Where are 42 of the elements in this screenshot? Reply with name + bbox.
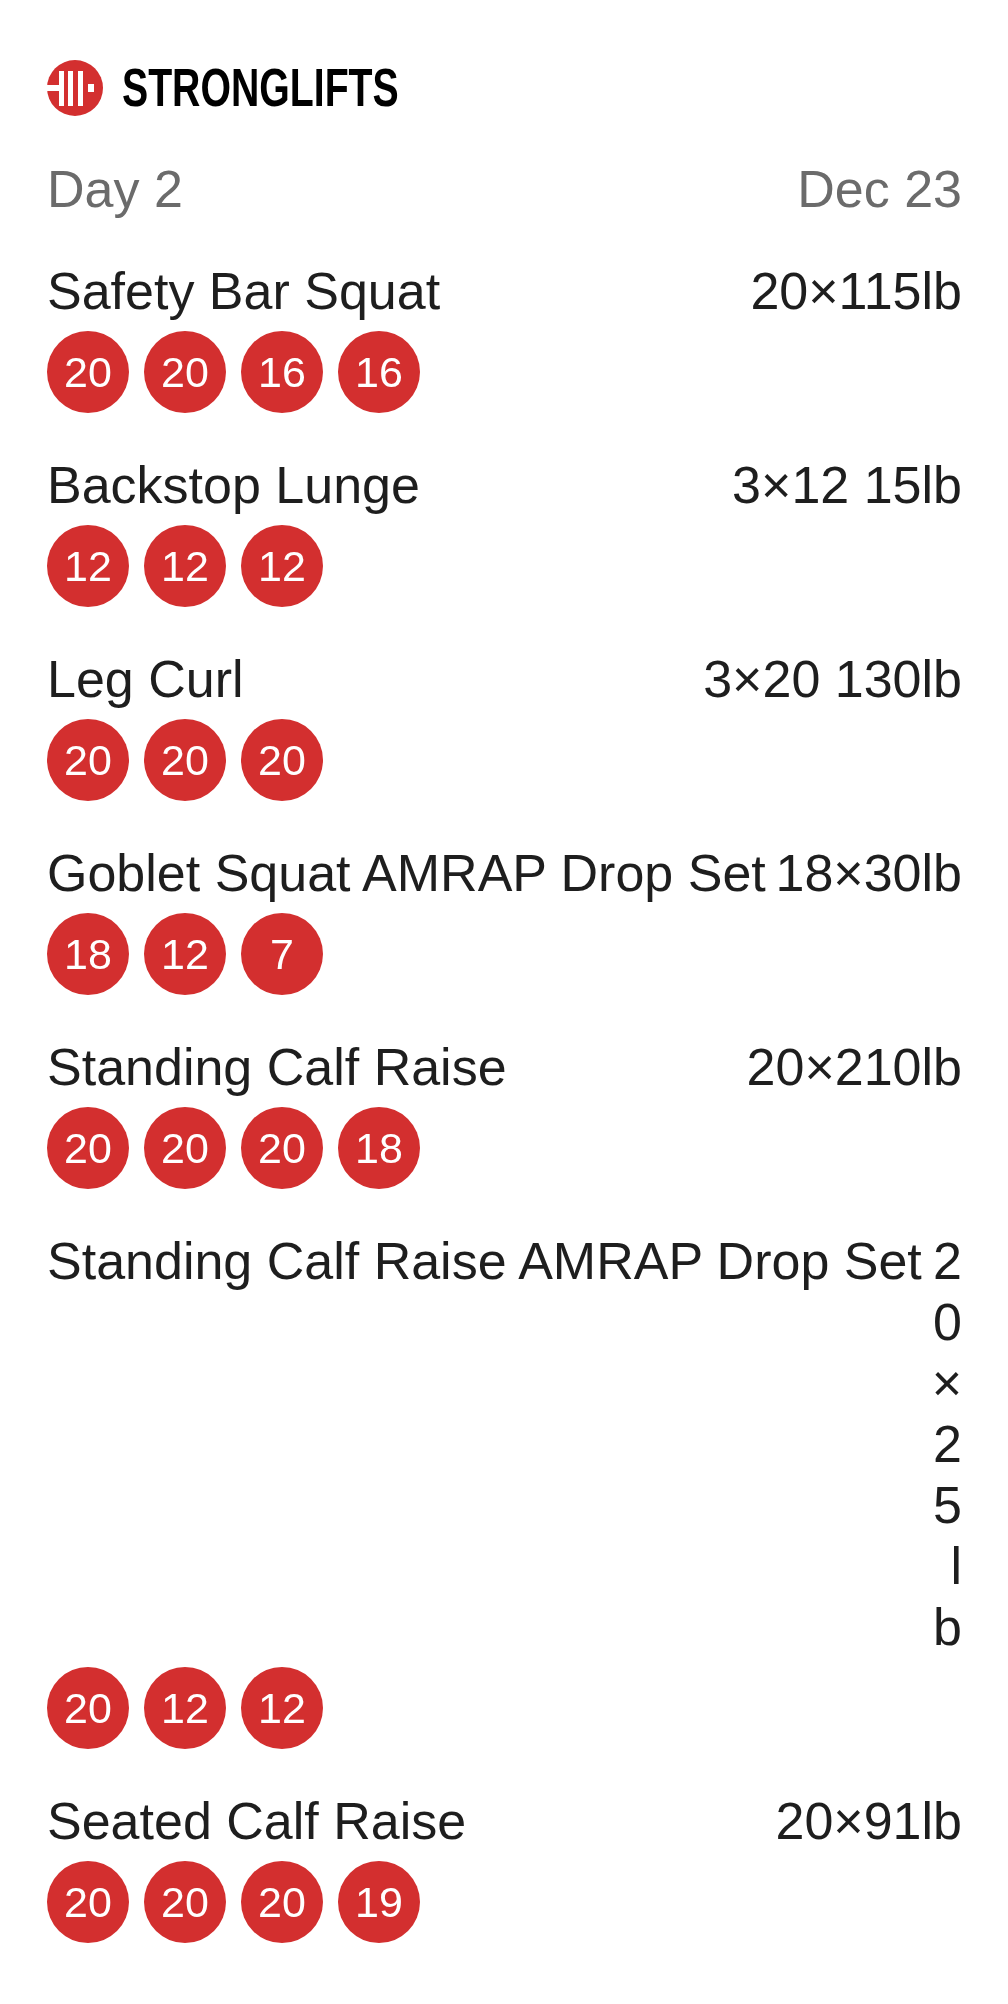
set-reps-badge: 12 bbox=[241, 525, 323, 607]
exercise-weight: 3×12 15lb bbox=[732, 455, 962, 516]
set-reps-badge: 12 bbox=[144, 913, 226, 995]
set-reps-badge: 20 bbox=[47, 1861, 129, 1943]
exercise-name: Safety Bar Squat bbox=[47, 261, 441, 322]
exercise-name: Backstop Lunge bbox=[47, 455, 420, 516]
set-reps-badge: 16 bbox=[338, 331, 420, 413]
set-reps-badge: 12 bbox=[144, 525, 226, 607]
set-reps-badge: 12 bbox=[241, 1667, 323, 1749]
exercise-name: Goblet Squat AMRAP Drop Set bbox=[47, 843, 766, 904]
set-reps-badge: 12 bbox=[144, 1667, 226, 1749]
set-reps-badge: 18 bbox=[338, 1107, 420, 1189]
set-reps-badge: 7 bbox=[241, 913, 323, 995]
workout-day: Day 2 bbox=[47, 159, 183, 220]
exercise-name: Standing Calf Raise AMRAP Drop Set bbox=[47, 1231, 922, 1292]
set-reps-badge: 20 bbox=[241, 719, 323, 801]
workout-date: Dec 23 bbox=[797, 159, 962, 220]
set-reps-badge: 16 bbox=[241, 331, 323, 413]
exercise-weight: 20×91lb bbox=[775, 1791, 962, 1852]
set-reps-badge: 12 bbox=[47, 525, 129, 607]
app-name: STRONGLIFTS bbox=[122, 66, 399, 110]
exercise-name: Standing Calf Raise bbox=[47, 1037, 507, 1098]
exercise-name: Seated Calf Raise bbox=[47, 1791, 467, 1852]
exercise-weight: 20×210lb bbox=[746, 1037, 962, 1098]
set-reps-badge: 20 bbox=[241, 1861, 323, 1943]
barbell-logo-icon bbox=[47, 60, 103, 116]
set-reps-badge: 20 bbox=[241, 1107, 323, 1189]
set-reps-badge: 20 bbox=[144, 719, 226, 801]
set-reps-badge: 20 bbox=[144, 1861, 226, 1943]
set-reps-badge: 18 bbox=[47, 913, 129, 995]
set-reps-badge: 19 bbox=[338, 1861, 420, 1943]
set-reps-badge: 20 bbox=[47, 331, 129, 413]
exercise-weight: 18×30lb bbox=[775, 843, 962, 904]
set-reps-badge: 20 bbox=[47, 1667, 129, 1749]
exercise-name: Leg Curl bbox=[47, 649, 244, 710]
set-reps-badge: 20 bbox=[144, 331, 226, 413]
exercise-weight: 20×25lb bbox=[930, 1231, 962, 1658]
set-reps-badge: 20 bbox=[47, 719, 129, 801]
set-reps-badge: 20 bbox=[47, 1107, 129, 1189]
set-reps-badge: 20 bbox=[144, 1107, 226, 1189]
exercise-weight: 3×20 130lb bbox=[703, 649, 962, 710]
exercise-weight: 20×115lb bbox=[750, 261, 962, 322]
